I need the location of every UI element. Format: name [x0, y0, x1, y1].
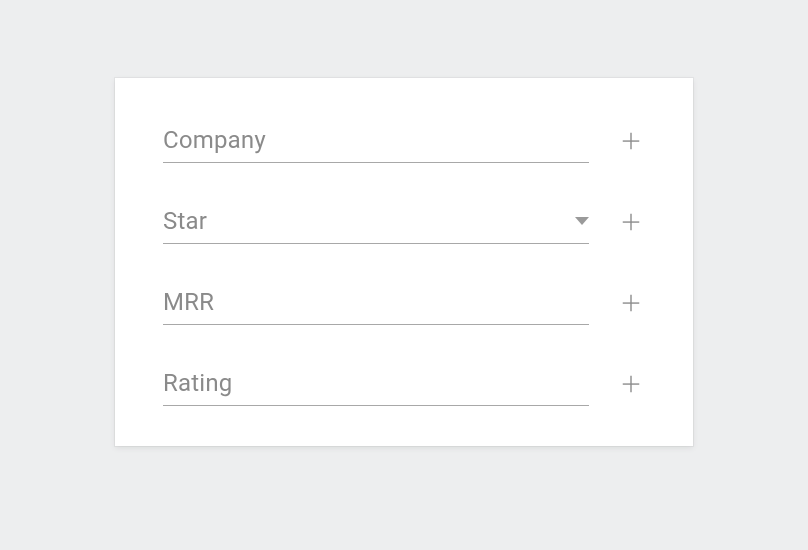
form-card: Company Star [115, 78, 693, 446]
add-company-button[interactable] [617, 129, 645, 157]
field-row-star: Star [163, 207, 645, 244]
company-label: Company [163, 126, 266, 154]
company-field[interactable]: Company [163, 126, 589, 163]
field-row-mrr: MRR [163, 288, 645, 325]
plus-icon [620, 130, 642, 156]
rating-field[interactable]: Rating [163, 369, 589, 406]
add-star-button[interactable] [617, 210, 645, 238]
add-rating-button[interactable] [617, 372, 645, 400]
field-row-rating: Rating [163, 369, 645, 406]
mrr-label: MRR [163, 288, 214, 316]
plus-icon [620, 292, 642, 318]
add-mrr-button[interactable] [617, 291, 645, 319]
plus-icon [620, 373, 642, 399]
plus-icon [620, 211, 642, 237]
field-row-company: Company [163, 126, 645, 163]
star-label: Star [163, 207, 207, 235]
star-field[interactable]: Star [163, 207, 589, 244]
mrr-field[interactable]: MRR [163, 288, 589, 325]
rating-label: Rating [163, 369, 232, 397]
chevron-down-icon[interactable] [575, 217, 589, 225]
